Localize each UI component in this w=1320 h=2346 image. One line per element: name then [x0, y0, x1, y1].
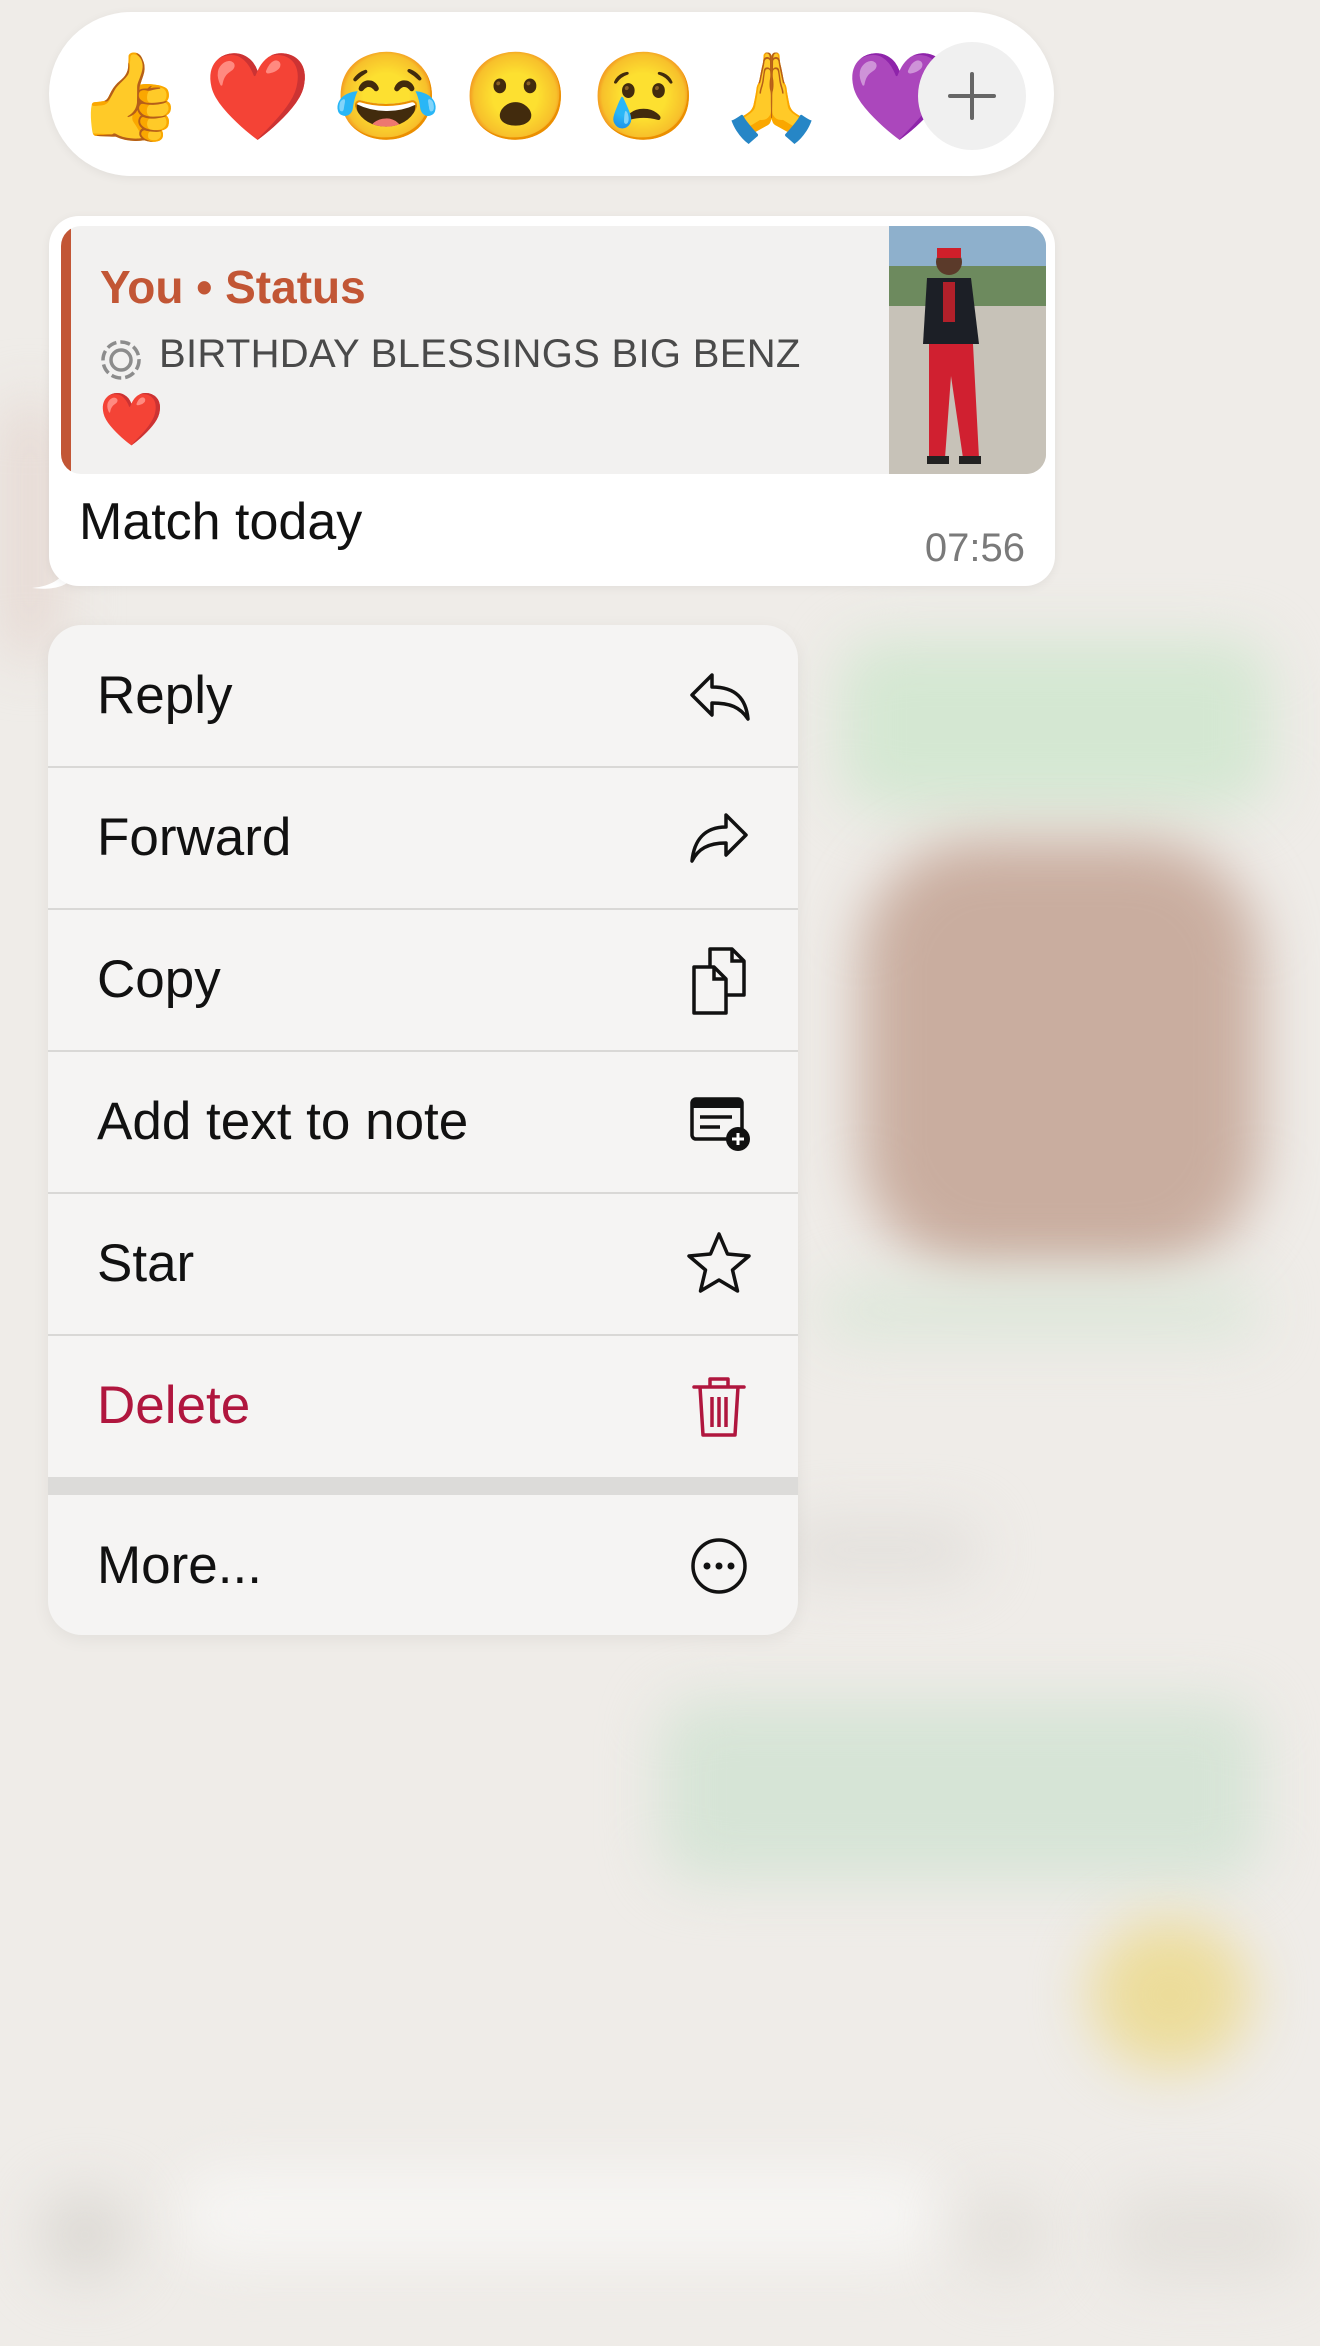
menu-group-divider — [48, 1477, 798, 1495]
forward-icon — [690, 813, 748, 863]
status-quote[interactable]: You • Status BIRTHDAY BLESSINGS BIG BENZ… — [61, 226, 1046, 474]
quote-accent-bar — [61, 226, 71, 474]
menu-item-add-text-to-note[interactable]: Add text to note — [48, 1051, 798, 1193]
reaction-folded-hands[interactable]: 🙏 — [718, 47, 825, 147]
reaction-open-mouth[interactable]: 😮 — [462, 47, 569, 147]
status-icon — [101, 340, 141, 380]
star-icon — [687, 1232, 751, 1293]
reply-icon — [690, 673, 750, 721]
more-reactions-button[interactable] — [918, 42, 1026, 150]
reaction-tears-of-joy[interactable]: 😂 — [333, 47, 440, 147]
message-time: 07:56 — [924, 526, 1025, 570]
menu-item-label: Forward — [97, 808, 292, 867]
more-icon — [691, 1538, 747, 1594]
reaction-thumbs-up[interactable]: 👍 — [76, 47, 183, 147]
menu-item-copy[interactable]: Copy — [48, 909, 798, 1051]
menu-item-forward[interactable]: Forward — [48, 767, 798, 909]
menu-item-label: More... — [97, 1536, 262, 1595]
plus-icon — [948, 72, 996, 120]
note-add-icon — [690, 1097, 750, 1151]
menu-item-reply[interactable]: Reply — [48, 625, 798, 767]
trash-icon — [692, 1377, 746, 1437]
reaction-red-heart[interactable]: ❤️ — [204, 47, 311, 147]
quote-heart-emoji: ❤️ — [99, 391, 164, 449]
menu-item-star[interactable]: Star — [48, 1193, 798, 1335]
status-thumbnail — [889, 226, 1046, 474]
menu-item-label: Delete — [97, 1376, 251, 1435]
message-context-menu: Reply Forward Copy Add text to note Star… — [48, 625, 798, 1635]
reaction-crying-face[interactable]: 😢 — [590, 47, 697, 147]
menu-item-delete[interactable]: Delete — [48, 1335, 798, 1477]
reaction-bar: 👍 ❤️ 😂 😮 😢 🙏 💜 — [49, 12, 1054, 176]
menu-item-label: Copy — [97, 950, 221, 1009]
message-bubble[interactable]: You • Status BIRTHDAY BLESSINGS BIG BENZ… — [49, 216, 1055, 586]
menu-item-label: Add text to note — [97, 1092, 469, 1151]
quote-author: You • Status — [100, 261, 366, 313]
menu-item-label: Reply — [97, 666, 233, 725]
message-text: Match today — [79, 493, 363, 551]
quote-text: BIRTHDAY BLESSINGS BIG BENZ — [159, 332, 801, 376]
menu-item-label: Star — [97, 1234, 195, 1293]
copy-icon — [692, 947, 746, 1015]
menu-item-more[interactable]: More... — [48, 1495, 798, 1635]
